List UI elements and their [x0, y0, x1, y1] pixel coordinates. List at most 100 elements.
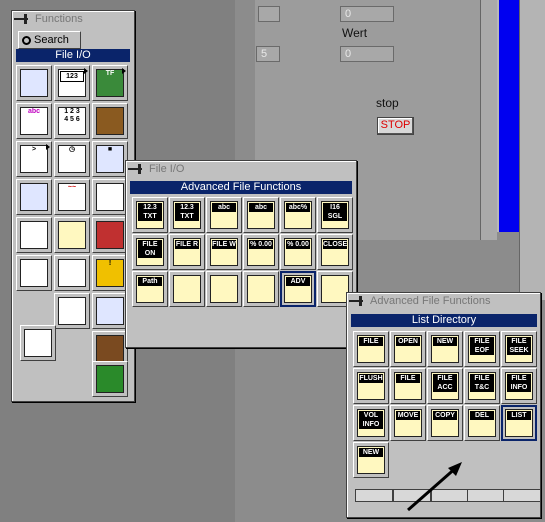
- numeric-field-3[interactable]: 5: [256, 46, 280, 62]
- file-io-item-9[interactable]: FILE W: [206, 234, 242, 270]
- palette-item-12[interactable]: [92, 179, 128, 215]
- numeric-field-left-top[interactable]: [258, 6, 280, 22]
- adv-file-icon-label: FILE SEEK: [507, 337, 531, 355]
- subpalette-icon-4[interactable]: [467, 489, 505, 502]
- vertical-scrollbar[interactable]: [519, 0, 545, 300]
- file-io-icon-label: abc: [212, 203, 236, 212]
- file-io-palette-titlebar[interactable]: File I/O: [128, 162, 184, 176]
- adv-file-function-icon: FILE T&C: [468, 372, 496, 400]
- adv-file-item-4[interactable]: FILE EOF: [464, 331, 500, 367]
- file-io-item-3[interactable]: abc: [206, 197, 242, 233]
- adv-file-item-11[interactable]: VOL INFO: [353, 405, 389, 441]
- file-io-item-13[interactable]: Path: [132, 271, 168, 307]
- file-io-icon-label: % 0.00: [286, 240, 310, 249]
- file-io-item-11[interactable]: % 0.00: [280, 234, 316, 270]
- palette-item-3[interactable]: TF: [92, 65, 128, 101]
- palette-item-9[interactable]: ■: [92, 141, 128, 177]
- palette-item-23[interactable]: [92, 361, 128, 397]
- search-button[interactable]: Search: [18, 31, 81, 49]
- palette-item-14[interactable]: [54, 217, 90, 253]
- file-io-icon-label: abc: [249, 203, 273, 212]
- pin-icon[interactable]: [128, 164, 146, 174]
- palette-item-16[interactable]: [16, 255, 52, 291]
- palette-item-1[interactable]: [16, 65, 52, 101]
- palette-item-4[interactable]: abc: [16, 103, 52, 139]
- file-io-function-icon: abc%: [284, 201, 312, 229]
- file-io-function-icon: I16 SGL: [321, 201, 349, 229]
- numeric-field-1[interactable]: 0: [340, 6, 394, 22]
- file-io-item-14[interactable]: [169, 271, 205, 307]
- pin-icon[interactable]: [14, 14, 32, 24]
- adv-file-item-5[interactable]: FILE SEEK: [501, 331, 537, 367]
- disk-icon: ■: [96, 145, 124, 173]
- file-io-palette: File I/O Advanced File Functions 12.3 TX…: [125, 160, 357, 348]
- palette-item-7[interactable]: >: [16, 141, 52, 177]
- adv-file-item-9[interactable]: FILE T&C: [464, 368, 500, 404]
- palette-item-11[interactable]: ~~: [54, 179, 90, 215]
- adv-file-item-14[interactable]: DEL: [464, 405, 500, 441]
- panel-divider: [480, 0, 497, 240]
- file-io-item-2[interactable]: 12.3 TXT: [169, 197, 205, 233]
- file-io-function-icon: [210, 275, 238, 303]
- adv-file-icon-label: FILE: [396, 374, 420, 383]
- graphics-icon: [58, 221, 86, 249]
- subpalette-icon-5[interactable]: [503, 489, 541, 502]
- palette-item-20[interactable]: [92, 293, 128, 329]
- palette-item-10[interactable]: [16, 179, 52, 215]
- file-io-icon-label: FILE ON: [138, 240, 162, 258]
- palette-item-22[interactable]: [20, 325, 56, 361]
- loop-icon: [20, 69, 48, 97]
- stop-button[interactable]: STOP: [377, 117, 414, 135]
- adv-file-function-icon: FILE: [357, 335, 385, 363]
- file-io-item-16[interactable]: [243, 271, 279, 307]
- palette-item-5[interactable]: 1 2 34 5 6: [54, 103, 90, 139]
- adv-palette-title: Advanced File Functions: [370, 295, 491, 307]
- stop-label: stop: [376, 96, 399, 110]
- adv-file-item-10[interactable]: FILE INFO: [501, 368, 537, 404]
- palette-item-6[interactable]: [92, 103, 128, 139]
- adv-file-item-13[interactable]: COPY: [427, 405, 463, 441]
- file-io-item-12[interactable]: CLOSE: [317, 234, 353, 270]
- sound-icon: [96, 221, 124, 249]
- file-io-item-8[interactable]: FILE R: [169, 234, 205, 270]
- functions-palette-titlebar[interactable]: Functions: [14, 12, 83, 26]
- adv-file-item-8[interactable]: FILE ACC: [427, 368, 463, 404]
- palette-item-17[interactable]: [54, 255, 90, 291]
- search-label: Search: [34, 34, 69, 46]
- file-io-item-15[interactable]: [206, 271, 242, 307]
- adv-file-item-2[interactable]: OPEN: [390, 331, 426, 367]
- palette-item-8[interactable]: ◷: [54, 141, 90, 177]
- adv-palette-titlebar[interactable]: Advanced File Functions: [349, 294, 490, 308]
- file-io-icon-label: ADV: [286, 277, 310, 286]
- adv-file-item-1[interactable]: FILE: [353, 331, 389, 367]
- file-io-item-4[interactable]: abc: [243, 197, 279, 233]
- subpalette-icon-1[interactable]: [355, 489, 393, 502]
- adv-file-function-icon: FILE SEEK: [505, 335, 533, 363]
- file-io-item-17[interactable]: ADV: [280, 271, 316, 307]
- error-icon: !: [96, 259, 124, 287]
- adv-file-item-12[interactable]: MOVE: [390, 405, 426, 441]
- pin-icon[interactable]: [349, 296, 367, 306]
- adv-file-item-7[interactable]: FILE: [390, 368, 426, 404]
- timing-icon: ◷: [58, 145, 86, 173]
- adv-file-icon-label: COPY: [433, 411, 457, 420]
- adv-file-icon-label: LIST: [507, 411, 531, 420]
- palette-item-15[interactable]: [92, 217, 128, 253]
- file-io-item-6[interactable]: I16 SGL: [317, 197, 353, 233]
- array-icon: 1 2 34 5 6: [58, 107, 86, 135]
- adv-file-item-16[interactable]: NEW: [353, 442, 389, 478]
- palette-item-2[interactable]: 123: [54, 65, 90, 101]
- adv-file-function-icon: LIST: [505, 409, 533, 437]
- file-io-item-10[interactable]: % 0.00: [243, 234, 279, 270]
- file-io-item-5[interactable]: abc%: [280, 197, 316, 233]
- adv-file-item-6[interactable]: FLUSH: [353, 368, 389, 404]
- palette-item-13[interactable]: [16, 217, 52, 253]
- adv-file-item-15[interactable]: LIST: [501, 405, 537, 441]
- communication-icon: [20, 259, 48, 287]
- file-io-item-1[interactable]: 12.3 TXT: [132, 197, 168, 233]
- palette-item-19[interactable]: [54, 293, 90, 329]
- palette-item-18[interactable]: !: [92, 255, 128, 291]
- file-io-item-7[interactable]: FILE ON: [132, 234, 168, 270]
- numeric-field-2[interactable]: 0: [340, 46, 394, 62]
- adv-file-item-3[interactable]: NEW: [427, 331, 463, 367]
